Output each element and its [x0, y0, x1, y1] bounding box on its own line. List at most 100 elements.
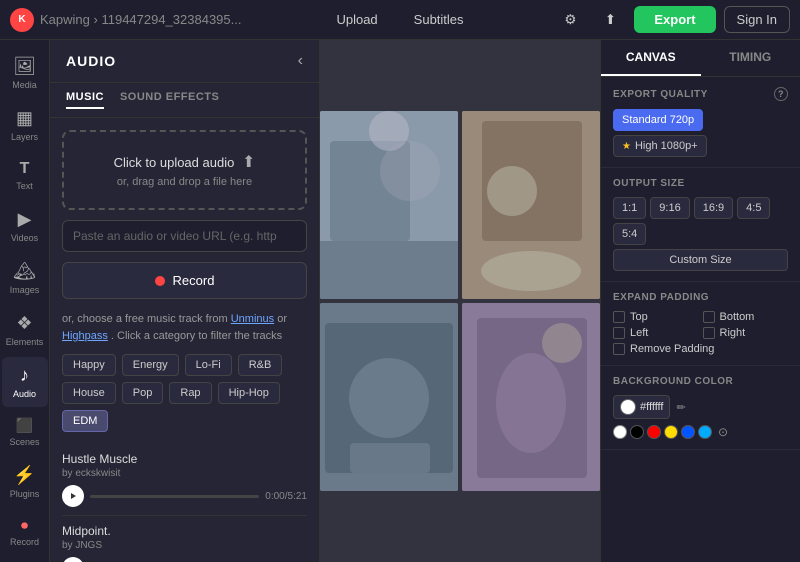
sidebar-item-record[interactable]: ⏺ Record: [2, 509, 48, 555]
videos-icon: ▶: [18, 209, 32, 230]
sidebar-item-more[interactable]: ••• More: [2, 557, 48, 562]
share-icon[interactable]: ⬆: [594, 4, 626, 36]
canvas-image-tl: [320, 111, 458, 299]
audio-panel: AUDIO ‹ MUSIC SOUND EFFECTS Click to upl…: [50, 40, 320, 562]
layers-icon: ▦: [16, 108, 33, 129]
genre-hip-hop[interactable]: Hip-Hop: [218, 382, 280, 404]
color-dot-red[interactable]: [647, 425, 661, 439]
padding-bottom-checkbox[interactable]: [703, 311, 715, 323]
music-info: or, choose a free music track from Unmin…: [62, 311, 307, 344]
genre-house[interactable]: House: [62, 382, 116, 404]
track-hustle-muscle: Hustle Muscle by eckskwisit 0:00/5:21: [62, 444, 307, 516]
color-dot-blue[interactable]: [681, 425, 695, 439]
right-panel: CANVAS TIMING EXPORT QUALITY ? Standard …: [600, 40, 800, 562]
record-label: Record: [173, 273, 215, 288]
genre-rap[interactable]: Rap: [169, 382, 211, 404]
size-1-1[interactable]: 1:1: [613, 197, 646, 219]
sidebar-label-images: Images: [10, 285, 40, 295]
tab-timing[interactable]: TIMING: [701, 40, 800, 76]
collapse-button[interactable]: ‹: [298, 52, 303, 70]
left-sidebar: 🖼 Media ▦ Layers T Text ▶ Videos 🏔 Image…: [0, 40, 50, 562]
sidebar-item-text[interactable]: T Text: [2, 152, 48, 199]
custom-size-button[interactable]: Custom Size: [613, 249, 788, 271]
size-5-4[interactable]: 5:4: [613, 223, 646, 245]
plugins-icon: ⚡: [13, 465, 35, 486]
media-icon: 🖼: [13, 56, 36, 77]
help-icon[interactable]: ?: [774, 87, 788, 101]
padding-bottom-label: Bottom: [720, 311, 755, 323]
quality-buttons: Standard 720p ★ High 1080p+: [613, 109, 788, 157]
expand-padding-title: EXPAND PADDING: [613, 292, 709, 303]
sidebar-item-layers[interactable]: ▦ Layers: [2, 100, 48, 150]
color-dot-white[interactable]: [613, 425, 627, 439]
tab-canvas[interactable]: CANVAS: [601, 40, 701, 76]
record-button[interactable]: Record: [62, 262, 307, 299]
scenes-icon: ⬛: [16, 417, 33, 434]
sidebar-item-plugins[interactable]: ⚡ Plugins: [2, 457, 48, 507]
genre-happy[interactable]: Happy: [62, 354, 116, 376]
sidebar-label-plugins: Plugins: [10, 489, 40, 499]
padding-right-checkbox[interactable]: [703, 327, 715, 339]
expand-padding-section: EXPAND PADDING Top Bottom Left Right: [601, 282, 800, 366]
padding-grid: Top Bottom Left Right: [613, 311, 788, 339]
color-input-row[interactable]: #ffffff: [613, 395, 670, 419]
subtitles-button[interactable]: Subtitles: [406, 8, 472, 31]
sidebar-item-scenes[interactable]: ⬛ Scenes: [2, 409, 48, 455]
padding-bottom-item[interactable]: Bottom: [703, 311, 789, 323]
sidebar-label-elements: Elements: [6, 337, 44, 347]
right-tabs: CANVAS TIMING: [601, 40, 800, 77]
quality-high-button[interactable]: ★ High 1080p+: [613, 135, 707, 157]
color-dots: [613, 425, 712, 439]
color-dot-cyan[interactable]: [698, 425, 712, 439]
eyedropper-icon[interactable]: ⊙: [718, 425, 728, 439]
progress-bar-1[interactable]: [90, 495, 259, 498]
sidebar-item-videos[interactable]: ▶ Videos: [2, 201, 48, 251]
sidebar-label-media: Media: [12, 80, 37, 90]
upload-icon: ⬆: [242, 152, 255, 172]
genre-lo-fi[interactable]: Lo-Fi: [185, 354, 232, 376]
export-quality-title: EXPORT QUALITY: [613, 89, 708, 100]
signin-button[interactable]: Sign In: [724, 6, 790, 33]
color-dot-yellow[interactable]: [664, 425, 678, 439]
genre-energy[interactable]: Energy: [122, 354, 179, 376]
settings-icon[interactable]: ⚙: [554, 4, 586, 36]
padding-top-checkbox[interactable]: [613, 311, 625, 323]
record-icon: ⏺: [21, 517, 28, 534]
url-input[interactable]: [62, 220, 307, 252]
padding-top-item[interactable]: Top: [613, 311, 699, 323]
tab-sound-effects[interactable]: SOUND EFFECTS: [120, 91, 219, 109]
upload-area[interactable]: Click to upload audio ⬆ or, drag and dro…: [62, 130, 307, 210]
track-by-2: by JNGS: [62, 540, 307, 551]
sidebar-label-videos: Videos: [11, 233, 38, 243]
padding-left-checkbox[interactable]: [613, 327, 625, 339]
play-button-2[interactable]: [62, 557, 84, 562]
play-button-1[interactable]: [62, 485, 84, 507]
size-16-9[interactable]: 16:9: [694, 197, 733, 219]
padding-right-item[interactable]: Right: [703, 327, 789, 339]
sidebar-item-media[interactable]: 🖼 Media: [2, 48, 48, 98]
quality-standard-button[interactable]: Standard 720p: [613, 109, 703, 131]
sidebar-item-audio[interactable]: ♪ Audio: [2, 357, 48, 407]
breadcrumb: Kapwing › 119447294_32384395...: [40, 12, 241, 27]
canvas-area[interactable]: [320, 40, 600, 562]
remove-padding-checkbox[interactable]: [613, 343, 625, 355]
upload-button[interactable]: Upload: [328, 8, 385, 31]
remove-padding-item[interactable]: Remove Padding: [613, 343, 788, 355]
highpass-link[interactable]: Highpass: [62, 330, 108, 342]
tab-music[interactable]: MUSIC: [66, 91, 104, 109]
genre-edm[interactable]: EDM: [62, 410, 108, 432]
sidebar-item-images[interactable]: 🏔 Images: [2, 253, 48, 303]
color-dot-black[interactable]: [630, 425, 644, 439]
genre-grid: Happy Energy Lo-Fi R&B House Pop Rap Hip…: [62, 354, 307, 432]
size-4-5[interactable]: 4:5: [737, 197, 770, 219]
size-buttons: 1:1 9:16 16:9 4:5 5:4: [613, 197, 788, 245]
unminus-link[interactable]: Unminus: [231, 313, 274, 325]
genre-pop[interactable]: Pop: [122, 382, 164, 404]
size-9-16[interactable]: 9:16: [650, 197, 689, 219]
export-button[interactable]: Export: [634, 6, 715, 33]
padding-left-item[interactable]: Left: [613, 327, 699, 339]
sidebar-item-elements[interactable]: ❖ Elements: [2, 305, 48, 355]
genre-rnb[interactable]: R&B: [238, 354, 283, 376]
pencil-icon[interactable]: ✏: [676, 401, 685, 414]
background-color-section: BACKGROUND COLOR #ffffff ✏ ⊙: [601, 366, 800, 450]
